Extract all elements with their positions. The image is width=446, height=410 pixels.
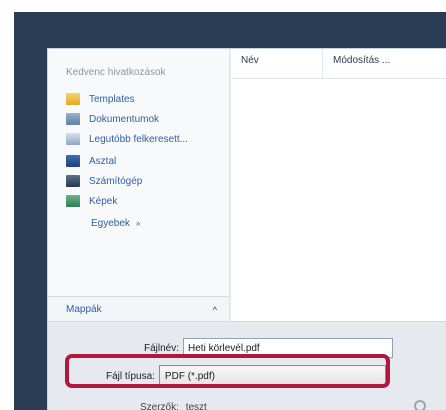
nav-item-label: Képek [89, 195, 118, 207]
save-as-dialog: Kedvenc hivatkozások Templates Dokumentu… [47, 48, 446, 410]
nav-item-recent-places[interactable]: Legutóbb felkeresett... [66, 129, 188, 149]
favorite-links-header: Kedvenc hivatkozások [66, 67, 166, 78]
chevron-up-icon[interactable]: ^ [213, 305, 217, 315]
nav-item-more[interactable]: Egyebek » [91, 213, 140, 233]
column-header-modified[interactable]: Módosítás ... [323, 49, 446, 79]
nav-item-label: Asztal [89, 155, 117, 167]
screenshot-frame: Kedvenc hivatkozások Templates Dokumentu… [0, 0, 446, 410]
nav-item-documents[interactable]: Dokumentumok [66, 109, 159, 129]
nav-item-label: Templates [89, 93, 135, 105]
folders-label: Mappák [66, 304, 102, 315]
filetype-select[interactable]: PDF (*.pdf) [158, 365, 386, 387]
nav-more-label: Egyebek [91, 217, 130, 229]
column-header-row: Név Módosítás ... [231, 49, 446, 79]
file-list-area[interactable]: Név Módosítás ... [231, 49, 446, 321]
nav-item-label: Legutóbb felkeresett... [89, 133, 188, 145]
folder-icon [66, 93, 80, 105]
nav-item-pictures[interactable]: Képek [66, 191, 117, 211]
double-chevron-icon: » [135, 218, 141, 228]
computer-icon [66, 175, 80, 187]
nav-item-templates[interactable]: Templates [66, 89, 135, 109]
nav-item-computer[interactable]: Számítógép [66, 171, 142, 191]
pictures-icon [66, 195, 80, 207]
desktop-icon [66, 155, 80, 167]
filetype-label: Fájl típusa: [106, 370, 155, 382]
nav-item-label: Számítógép [89, 175, 143, 187]
filetype-row: Fájl típusa: PDF (*.pdf) [106, 365, 386, 387]
refresh-icon [414, 400, 426, 410]
nav-item-desktop[interactable]: Asztal [66, 151, 116, 171]
filename-label: Fájlnév: [144, 342, 180, 354]
filename-row: Fájlnév: [144, 338, 394, 358]
author-row: Szerzők: teszt [140, 402, 207, 410]
author-label: Szerzők: [140, 402, 179, 410]
author-value[interactable]: teszt [186, 402, 207, 410]
nav-item-label: Dokumentumok [89, 113, 160, 125]
recent-places-icon [66, 133, 80, 145]
save-options-panel: Fájlnév: Fájl típusa: PDF (*.pdf) Szerző… [48, 321, 446, 410]
documents-icon [66, 113, 80, 125]
folders-bar[interactable]: Mappák ^ [48, 296, 230, 322]
column-header-name[interactable]: Név [231, 49, 323, 79]
filename-input[interactable] [183, 338, 394, 358]
navigation-pane: Kedvenc hivatkozások Templates Dokumentu… [48, 49, 230, 296]
